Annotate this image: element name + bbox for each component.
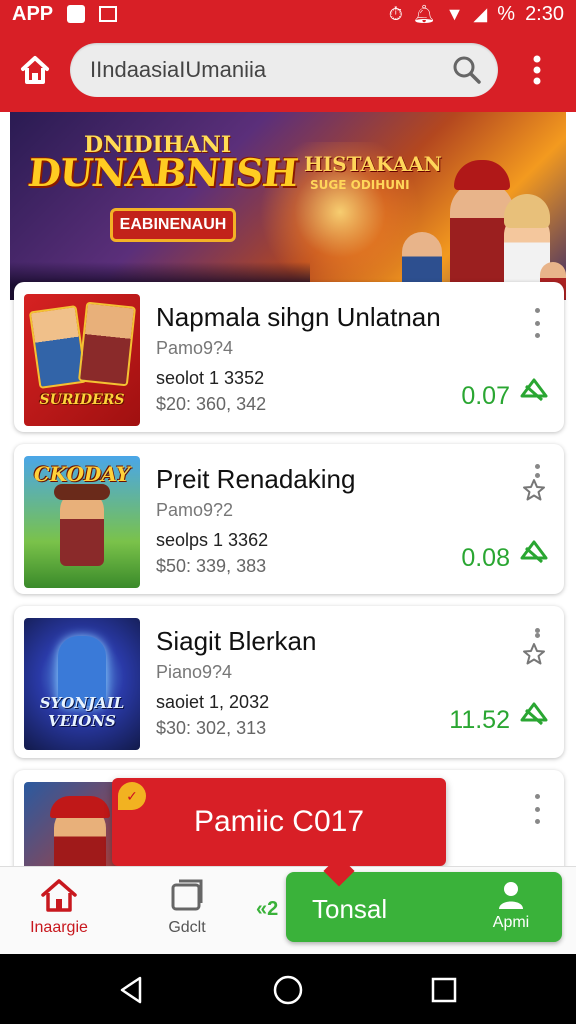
search-input[interactable] — [90, 57, 452, 83]
list-item[interactable]: CKODAY Preit Renadaking Pamo9?2 seolps 1… — [14, 444, 564, 594]
gift-icon[interactable] — [518, 374, 550, 406]
nav-label: Inaargie — [30, 919, 88, 936]
nav-label: Gdclt — [168, 919, 206, 936]
signal-icon: ◢ — [473, 4, 488, 24]
game-thumbnail: SYONJAIL VEIONS — [24, 618, 140, 750]
battery-indicator: % — [497, 2, 516, 25]
banner-title: DUNABNISH — [25, 150, 300, 195]
item-score: seolps 1 3362 — [156, 530, 269, 550]
game-thumbnail: SURIDERS — [24, 294, 140, 426]
more-options-icon[interactable] — [530, 794, 544, 824]
kebab-menu-icon — [533, 55, 541, 85]
status-app-label: APP — [12, 2, 54, 25]
item-title: Siagit Blerkan — [156, 626, 317, 656]
more-options-icon[interactable] — [530, 308, 544, 338]
system-navigation-bar — [0, 954, 576, 1024]
cta-label: Tonsal — [312, 894, 388, 924]
promo-banner[interactable]: DNIDIHANI DUNABNISH EABINENAUH HISTAKAAN… — [10, 112, 566, 300]
thumbnail-label: CKODAY — [33, 462, 131, 486]
more-options-icon[interactable] — [530, 628, 544, 638]
star-icon[interactable] — [522, 642, 546, 666]
account-label: Apmi — [492, 914, 530, 931]
library-icon — [171, 879, 203, 911]
search-bar[interactable] — [70, 43, 498, 97]
status-bar: APP ⏱ 🔔︎ ▼ ◢ % 2:30 — [0, 0, 576, 28]
item-value: 11.52 — [449, 706, 510, 734]
list-item[interactable]: SURIDERS Napmala sihgn Unlatnan Pamo9?4 … — [14, 282, 564, 432]
item-subtitle: Pamo9?2 — [156, 500, 234, 520]
banner-subtitle-small: SUGE ODIHUNI — [310, 178, 410, 192]
thumbnail-label: SURIDERS — [39, 392, 125, 408]
game-thumbnail: CKODAY — [24, 456, 140, 588]
offer-badge-icon: ✓ — [118, 782, 146, 810]
nav-item-library[interactable]: Gdclt — [142, 877, 232, 947]
gift-icon[interactable] — [518, 698, 550, 730]
item-subtitle: Pamo9?4 — [156, 338, 234, 358]
clock: 2:30 — [525, 2, 564, 25]
toast-popup[interactable]: ✓ Pamiic C017 — [112, 778, 446, 886]
back-icon[interactable] — [116, 974, 148, 1006]
person-icon — [499, 882, 523, 909]
search-icon[interactable] — [452, 55, 482, 85]
notification-icon — [67, 5, 86, 23]
item-value: 0.07 — [461, 382, 510, 410]
toast-text: Pamiic C017 — [193, 805, 365, 838]
banner-subtitle: HISTAKAAN — [304, 152, 442, 176]
list-item[interactable]: SYONJAIL VEIONS Siagit Blerkan Piano9?4 … — [14, 606, 564, 758]
item-price: $50: 339, 383 — [156, 556, 267, 576]
thumbnail-label: SYONJAIL VEIONS — [39, 694, 125, 730]
item-title: Napmala sihgn Unlatnan — [156, 302, 441, 332]
item-subtitle: Piano9?4 — [156, 662, 233, 682]
star-icon[interactable] — [522, 478, 546, 502]
recents-icon[interactable] — [428, 974, 460, 1006]
app-bar — [0, 28, 576, 112]
item-price: $20: 360, 342 — [156, 394, 267, 414]
bell-icon: 🔔︎ — [412, 4, 436, 24]
home-icon — [41, 879, 77, 912]
home-circle-icon[interactable] — [272, 974, 304, 1006]
primary-action-button[interactable]: Tonsal Apmi — [286, 855, 562, 942]
gift-icon[interactable] — [518, 536, 550, 568]
cta-lead-glyph: «2 — [256, 898, 279, 920]
home-icon — [21, 56, 49, 84]
home-button[interactable] — [0, 28, 70, 112]
item-value: 0.08 — [461, 544, 510, 572]
item-score: seolot 1 3352 — [156, 368, 265, 388]
item-title: Preit Renadaking — [156, 464, 356, 494]
nav-item-home[interactable]: Inaargie — [14, 877, 104, 947]
overflow-menu-button[interactable] — [498, 28, 576, 112]
item-score: saoiet 1, 2032 — [156, 692, 270, 712]
photo-notification-icon — [99, 6, 118, 22]
more-options-icon[interactable] — [530, 464, 544, 478]
account-button[interactable]: Apmi — [486, 880, 536, 932]
banner-pill: EABINENAUH — [110, 208, 236, 242]
alarm-icon: ⏱ — [388, 4, 403, 24]
wifi-icon: ▼ — [445, 4, 464, 24]
item-price: $30: 302, 313 — [156, 718, 267, 738]
